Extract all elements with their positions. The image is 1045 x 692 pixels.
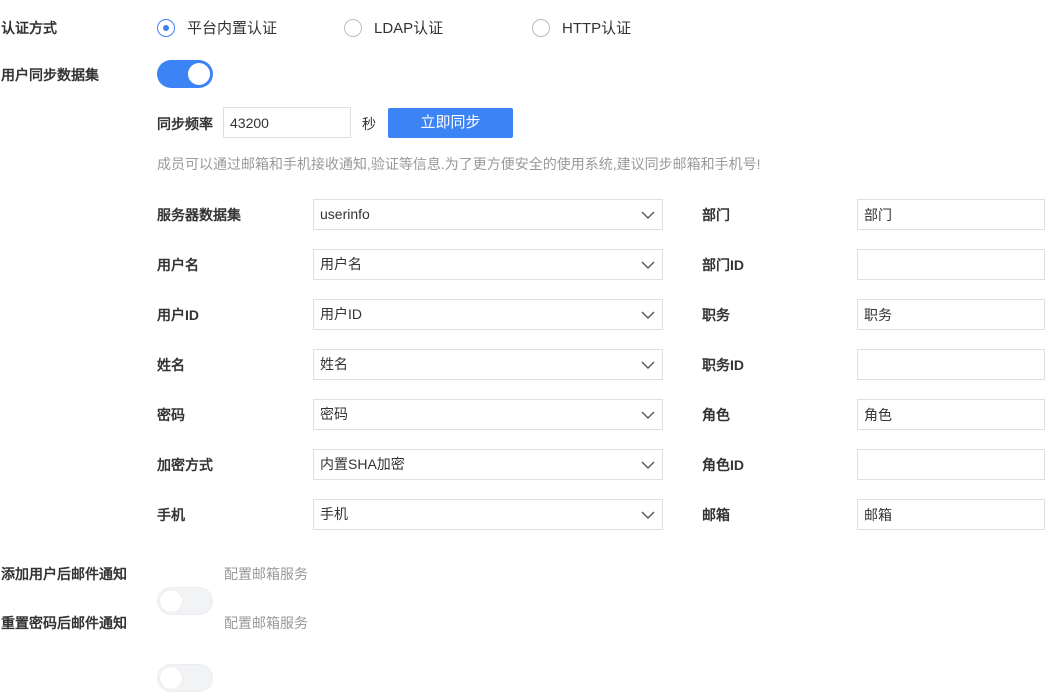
username-select[interactable]: 用户名	[313, 249, 663, 280]
field-label: 邮箱	[702, 507, 730, 523]
full-name-select[interactable]: 姓名	[313, 349, 663, 380]
sync-frequency-input[interactable]	[223, 107, 351, 138]
encryption-select[interactable]: 内置SHA加密	[313, 449, 663, 480]
field-label: 部门	[702, 207, 730, 223]
toggle-knob	[160, 667, 182, 689]
chevron-down-icon	[641, 211, 655, 219]
field-label: 服务器数据集	[157, 207, 241, 223]
configure-mail-service-link[interactable]: 配置邮箱服务	[224, 613, 308, 633]
select-value: userinfo	[320, 206, 370, 222]
select-value: 用户名	[320, 256, 362, 272]
select-value: 内置SHA加密	[320, 456, 405, 472]
sync-now-button[interactable]: 立即同步	[388, 108, 513, 138]
radio-builtin-auth-label: 平台内置认证	[187, 20, 278, 37]
toggle-knob	[188, 63, 210, 85]
field-label: 姓名	[157, 357, 185, 373]
radio-checked-icon	[157, 18, 175, 37]
radio-ldap-auth[interactable]: LDAP认证	[344, 17, 443, 38]
radio-builtin-auth[interactable]: 平台内置认证	[157, 17, 277, 38]
select-value: 手机	[320, 506, 348, 522]
chevron-down-icon	[641, 261, 655, 269]
department-input[interactable]	[857, 199, 1045, 230]
field-label: 用户名	[157, 257, 199, 273]
sync-hint-text: 成员可以通过邮箱和手机接收通知,验证等信息.为了更方便安全的使用系统,建议同步邮…	[157, 156, 761, 172]
department-id-input[interactable]	[857, 249, 1045, 280]
position-input[interactable]	[857, 299, 1045, 330]
radio-http-auth-label: HTTP认证	[562, 20, 632, 37]
notify-add-user-toggle[interactable]	[157, 587, 213, 615]
role-id-input[interactable]	[857, 449, 1045, 480]
field-label: 职务	[702, 307, 730, 323]
field-label: 角色ID	[702, 457, 744, 473]
email-input[interactable]	[857, 499, 1045, 530]
field-label: 手机	[157, 507, 185, 523]
field-label: 部门ID	[702, 257, 744, 273]
user-sync-label: 用户同步数据集	[1, 67, 99, 83]
field-label: 角色	[702, 407, 730, 423]
position-id-input[interactable]	[857, 349, 1045, 380]
notify-add-user-label: 添加用户后邮件通知	[1, 566, 127, 582]
user-sync-toggle[interactable]	[157, 60, 213, 88]
chevron-down-icon	[641, 511, 655, 519]
toggle-knob	[160, 590, 182, 612]
field-label: 用户ID	[157, 307, 199, 323]
select-value: 用户ID	[320, 306, 362, 322]
chevron-down-icon	[641, 361, 655, 369]
configure-mail-service-link[interactable]: 配置邮箱服务	[224, 564, 308, 584]
radio-ldap-auth-label: LDAP认证	[374, 20, 444, 37]
radio-unchecked-icon	[344, 18, 362, 37]
notify-reset-password-toggle[interactable]	[157, 664, 213, 692]
chevron-down-icon	[641, 411, 655, 419]
phone-select[interactable]: 手机	[313, 499, 663, 530]
auth-method-label: 认证方式	[1, 20, 57, 36]
select-value: 密码	[320, 406, 348, 422]
server-dataset-select[interactable]: userinfo	[313, 199, 663, 230]
password-select[interactable]: 密码	[313, 399, 663, 430]
select-value: 姓名	[320, 356, 348, 372]
sync-frequency-label: 同步频率	[157, 116, 213, 132]
radio-unchecked-icon	[532, 18, 550, 37]
field-label: 密码	[157, 407, 185, 423]
chevron-down-icon	[641, 311, 655, 319]
chevron-down-icon	[641, 461, 655, 469]
field-label: 职务ID	[702, 357, 744, 373]
field-label: 加密方式	[157, 457, 213, 473]
role-input[interactable]	[857, 399, 1045, 430]
radio-http-auth[interactable]: HTTP认证	[532, 17, 631, 38]
notify-reset-password-label: 重置密码后邮件通知	[1, 615, 127, 631]
user-id-select[interactable]: 用户ID	[313, 299, 663, 330]
sync-frequency-unit: 秒	[362, 116, 376, 132]
